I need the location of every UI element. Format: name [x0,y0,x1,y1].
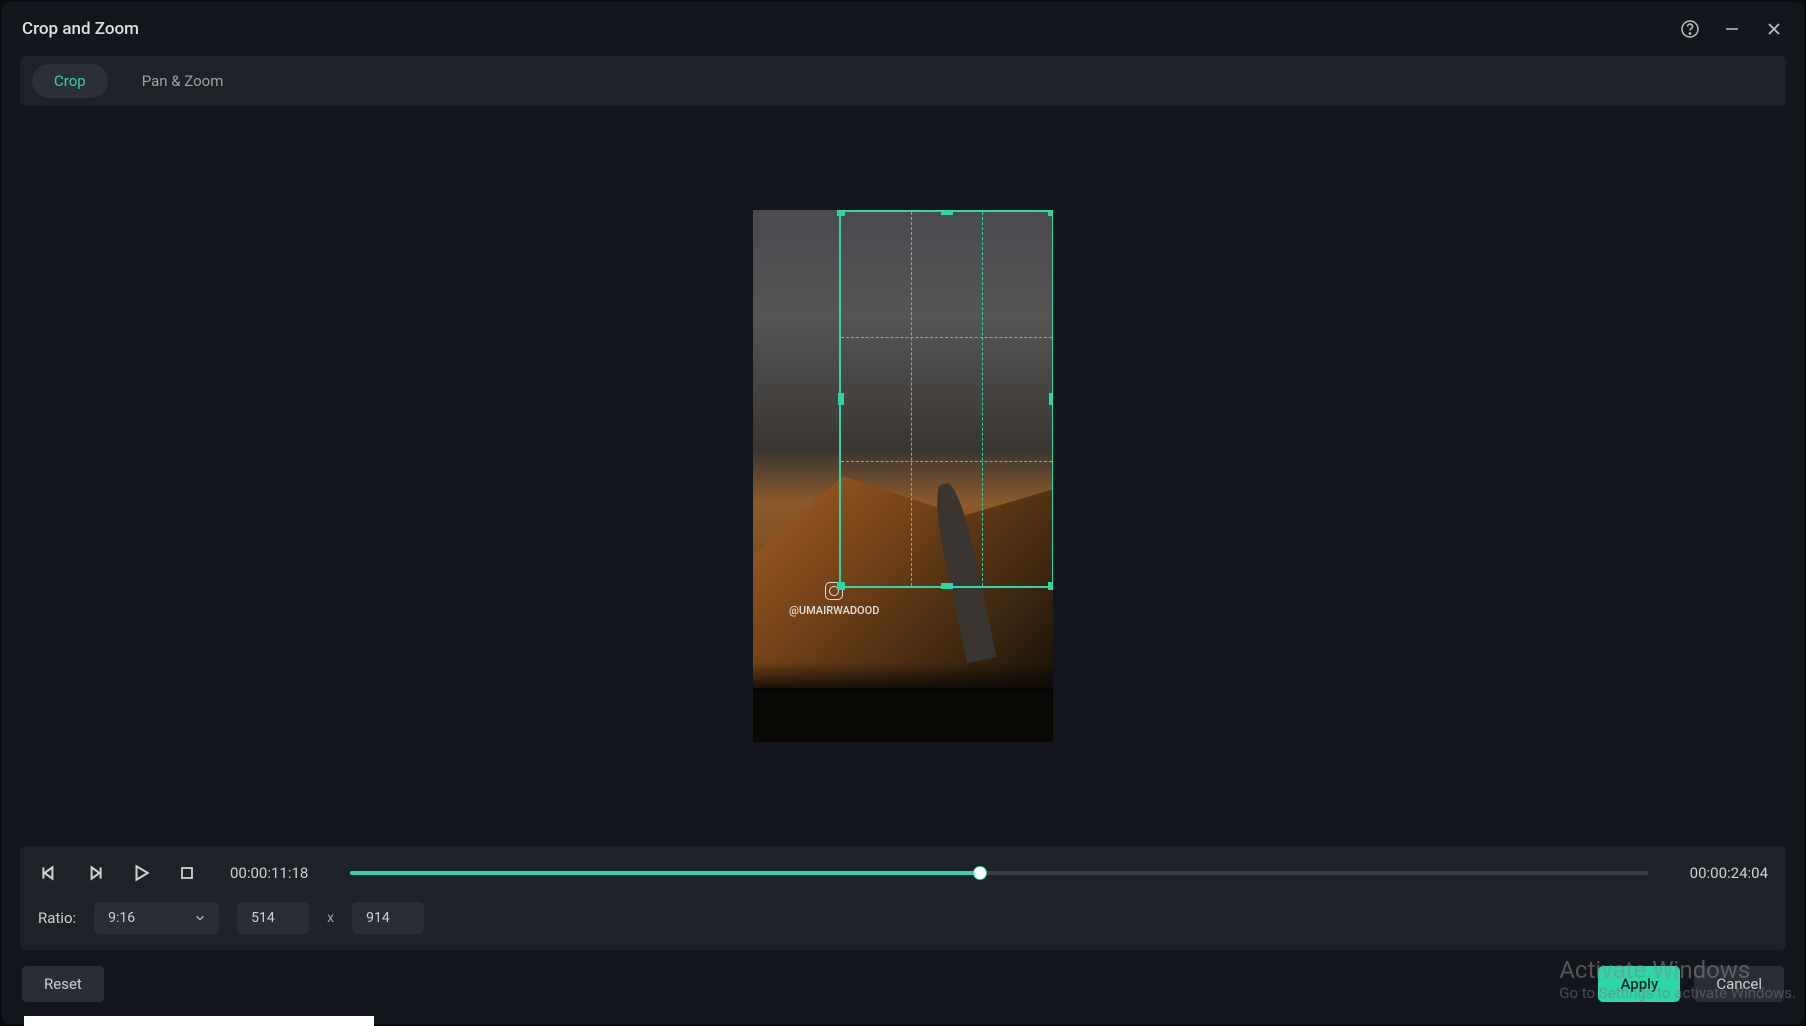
crop-handle-tl[interactable] [837,210,845,216]
controls-bar: 00:00:11:18 00:00:24:04 Ratio: 9:16 x [20,846,1786,950]
timeline-slider[interactable] [350,871,1647,875]
ratio-value: 9:16 [108,910,135,926]
timeline-fill [350,871,979,875]
crop-rectangle[interactable] [839,210,1053,588]
cancel-button[interactable]: Cancel [1694,966,1784,1002]
ratio-select[interactable]: 9:16 [94,902,219,934]
tabs-bar: Crop Pan & Zoom [20,56,1786,106]
tab-pan-zoom[interactable]: Pan & Zoom [120,64,246,98]
balcony-rail [753,688,1053,692]
crop-handle-mr[interactable] [1049,393,1053,405]
crop-zoom-window: Crop and Zoom [2,2,1804,1024]
reset-button[interactable]: Reset [22,966,104,1002]
crop-handle-ml[interactable] [838,393,844,405]
crop-grid-line [841,461,1052,462]
crop-handle-tr[interactable] [1048,210,1053,216]
footer-row: Reset Apply Cancel [20,962,1786,1006]
ratio-label: Ratio: [38,909,76,927]
close-icon[interactable] [1764,19,1784,39]
crop-grid-line [982,212,983,586]
prev-frame-button[interactable] [38,862,60,884]
watermark-handle: @UMAIRWADOOD [789,604,879,617]
total-time: 00:00:24:04 [1690,864,1768,882]
chevron-down-icon [195,913,205,923]
content-area: Crop Pan & Zoom @UMAIRWADOOD [2,56,1804,1024]
playback-row: 00:00:11:18 00:00:24:04 [38,862,1768,884]
crop-handle-bm[interactable] [941,583,953,589]
video-frame: @UMAIRWADOOD [753,210,1053,742]
crop-handle-br[interactable] [1048,582,1053,590]
current-time: 00:00:11:18 [230,864,308,882]
ratio-row: Ratio: 9:16 x [38,902,1768,934]
titlebar-buttons [1680,19,1784,39]
width-input[interactable] [237,902,309,934]
crop-handle-tm[interactable] [941,210,953,215]
balcony-graphic [753,662,1053,742]
timeline-thumb[interactable] [973,866,987,880]
help-icon[interactable] [1680,19,1700,39]
crop-grid-line [841,337,1052,338]
preview-area[interactable]: @UMAIRWADOOD [20,118,1786,834]
minimize-icon[interactable] [1722,19,1742,39]
crop-handle-bl[interactable] [837,582,845,590]
dimension-separator: x [327,910,334,926]
apply-button[interactable]: Apply [1598,966,1680,1002]
crop-grid-line [911,212,912,586]
window-title: Crop and Zoom [22,19,139,39]
titlebar: Crop and Zoom [2,2,1804,56]
tab-crop[interactable]: Crop [32,64,108,98]
bottom-strip [24,1016,374,1026]
footer-actions: Apply Cancel [1598,966,1784,1002]
height-input[interactable] [352,902,424,934]
play-button[interactable] [130,862,152,884]
stop-button[interactable] [176,862,198,884]
next-frame-button[interactable] [84,862,106,884]
